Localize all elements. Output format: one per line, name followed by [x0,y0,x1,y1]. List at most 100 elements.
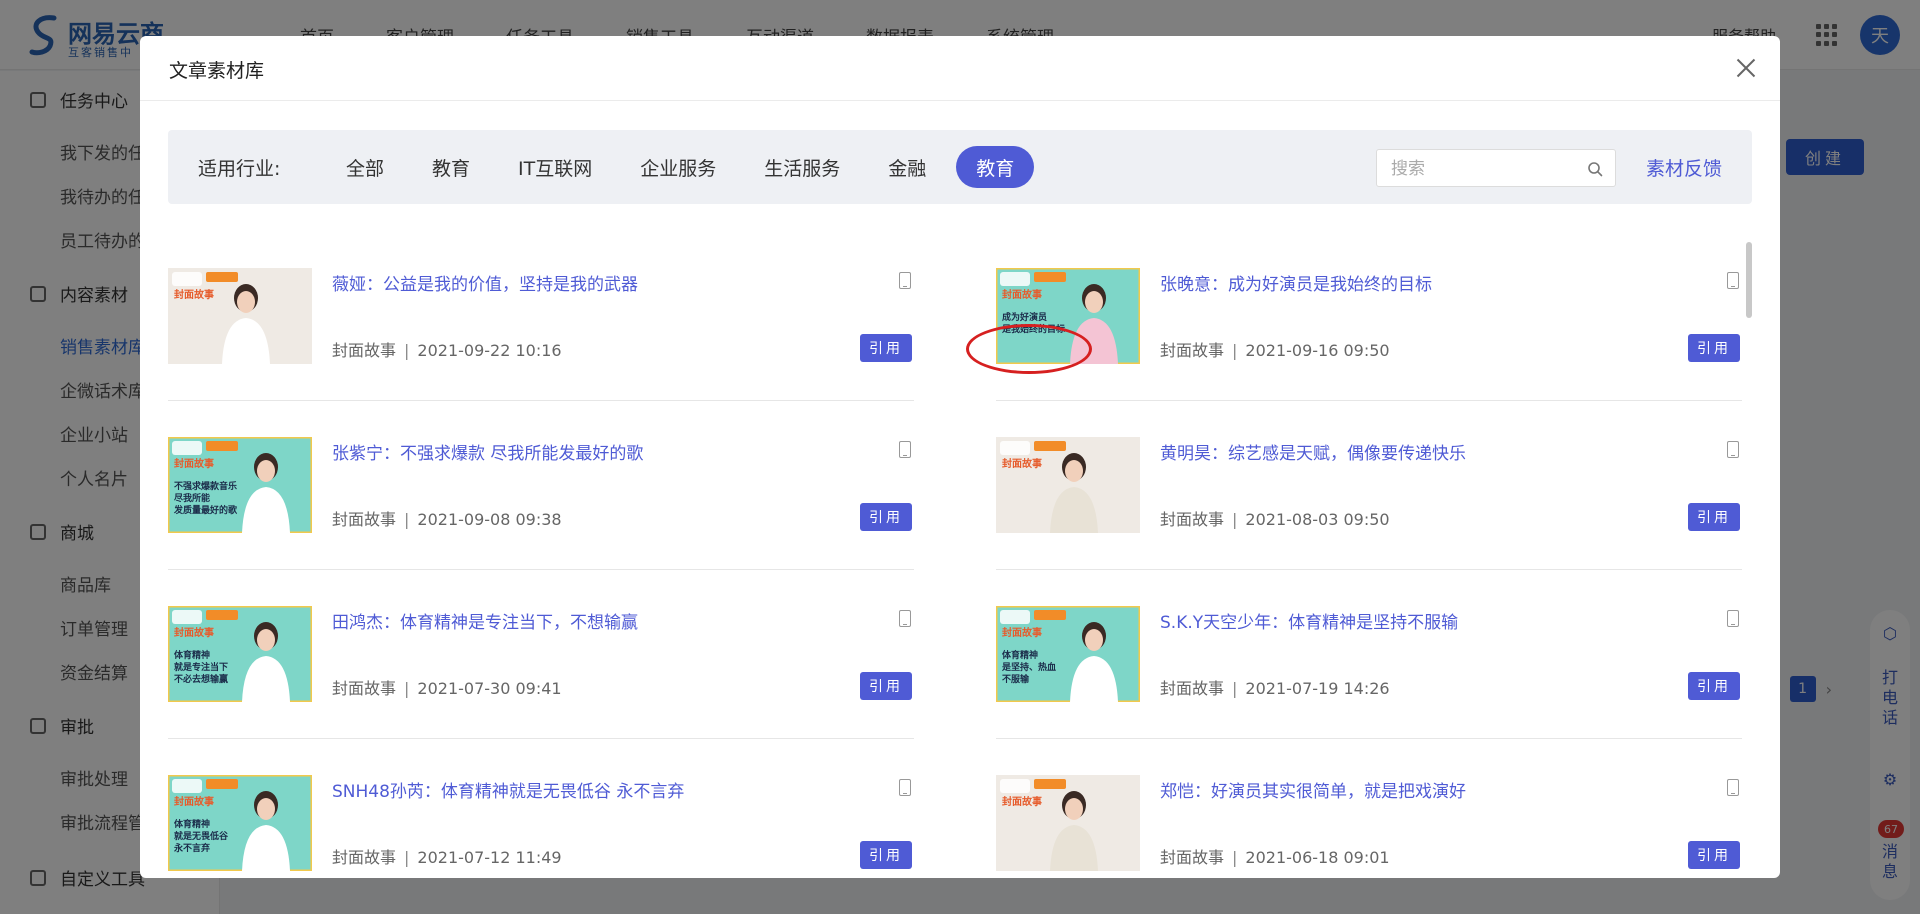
cite-button[interactable]: 引用 [1688,672,1740,700]
svg-text:尽我所能: 尽我所能 [174,492,210,504]
cite-button[interactable]: 引用 [860,334,912,362]
article-datetime: 2021-07-30 09:41 [417,679,562,698]
article-card[interactable]: 封面故事 体育精神 就是无畏低谷 永不言弃 SNH48孙芮：体育精神就是无畏低谷 永… [168,739,914,878]
article-card[interactable]: 封面故事 薇娅：公益是我的价值，坚持是我的武器 封面故事 | 2021-09-22 … [168,232,914,401]
industry-chip-it[interactable]: IT互联网 [500,146,610,188]
svg-text:是坚持、热血: 是坚持、热血 [1001,661,1056,673]
article-title[interactable]: S.K.Y天空少年：体育精神是坚持不服输 [1160,608,1458,633]
article-title[interactable]: 黄明昊：综艺感是天赋，偶像要传递快乐 [1160,439,1466,464]
article-datetime: 2021-07-12 11:49 [417,848,562,867]
search-box [1376,149,1616,187]
mobile-preview-icon[interactable] [1727,779,1739,796]
article-category: 封面故事 [332,679,397,698]
svg-text:不必去想输赢: 不必去想输赢 [174,673,228,685]
svg-text:不服输: 不服输 [1002,673,1030,685]
svg-text:体育精神: 体育精神 [174,649,210,661]
industry-chips: 全部 教育 IT互联网 企业服务 生活服务 金融 教育 [328,146,1046,188]
industry-chip-all[interactable]: 全部 [328,146,402,188]
article-meta: 封面故事 | 2021-09-08 09:38 [332,506,562,530]
mobile-preview-icon[interactable] [1727,610,1739,627]
svg-text:体育精神: 体育精神 [1002,649,1038,661]
article-category: 封面故事 [332,510,397,529]
svg-text:封面故事: 封面故事 [1002,626,1042,639]
article-library-modal: 文章素材库 适用行业: 全部 教育 IT互联网 企业服务 生活服务 金融 教育 … [140,36,1780,878]
close-icon[interactable] [1734,56,1758,80]
article-title[interactable]: 薇娅：公益是我的价值，坚持是我的武器 [332,270,638,295]
article-thumbnail[interactable]: 封面故事 体育精神 是坚持、热血 不服输 [996,606,1140,702]
article-card[interactable]: 封面故事 郑恺：好演员其实很简单，就是把戏演好 封面故事 | 2021-06-18 … [996,739,1742,878]
meta-separator: | [404,679,410,698]
meta-separator: | [404,341,410,360]
article-thumbnail[interactable]: 封面故事 体育精神 就是无畏低谷 永不言弃 [168,775,312,871]
svg-text:封面故事: 封面故事 [174,457,214,470]
article-card-list: 封面故事 薇娅：公益是我的价值，坚持是我的武器 封面故事 | 2021-09-22 … [168,232,1746,878]
article-meta: 封面故事 | 2021-09-16 09:50 [1160,337,1390,361]
mobile-preview-icon[interactable] [899,610,911,627]
modal-title: 文章素材库 [169,60,265,82]
material-feedback-link[interactable]: 素材反馈 [1646,154,1722,181]
meta-separator: | [404,848,410,867]
article-datetime: 2021-09-08 09:38 [417,510,562,529]
article-meta: 封面故事 | 2021-08-03 09:50 [1160,506,1390,530]
article-meta: 封面故事 | 2021-09-22 10:16 [332,337,562,361]
cite-button[interactable]: 引用 [1688,841,1740,869]
article-datetime: 2021-09-22 10:16 [417,341,562,360]
article-meta: 封面故事 | 2021-07-12 11:49 [332,844,562,868]
article-title[interactable]: 郑恺：好演员其实很简单，就是把戏演好 [1160,777,1466,802]
svg-text:体育精神: 体育精神 [174,818,210,830]
mobile-preview-icon[interactable] [1727,272,1739,289]
industry-chip-life[interactable]: 生活服务 [746,146,858,188]
cite-button[interactable]: 引用 [1688,334,1740,362]
scrollbar-thumb[interactable] [1746,242,1752,318]
article-category: 封面故事 [1160,510,1225,529]
mobile-preview-icon[interactable] [899,779,911,796]
cite-button[interactable]: 引用 [860,503,912,531]
svg-text:发质量最好的歌: 发质量最好的歌 [173,504,238,516]
cite-button[interactable]: 引用 [1688,503,1740,531]
article-thumbnail[interactable]: 封面故事 体育精神 就是专注当下 不必去想输赢 [168,606,312,702]
article-category: 封面故事 [1160,679,1225,698]
mobile-preview-icon[interactable] [899,441,911,458]
cite-button[interactable]: 引用 [860,841,912,869]
article-thumbnail[interactable]: 封面故事 [168,268,312,364]
article-thumbnail[interactable]: 封面故事 不强求爆款音乐 尽我所能 发质量最好的歌 [168,437,312,533]
svg-text:封面故事: 封面故事 [174,795,214,808]
article-title[interactable]: SNH48孙芮：体育精神就是无畏低谷 永不言弃 [332,777,684,802]
article-meta: 封面故事 | 2021-06-18 09:01 [1160,844,1390,868]
search-icon[interactable] [1587,161,1603,177]
industry-chip-enterprise[interactable]: 企业服务 [622,146,734,188]
svg-text:就是无畏低谷: 就是无畏低谷 [174,830,229,842]
article-category: 封面故事 [1160,848,1225,867]
meta-separator: | [1232,848,1238,867]
article-meta: 封面故事 | 2021-07-19 14:26 [1160,675,1390,699]
article-datetime: 2021-08-03 09:50 [1245,510,1390,529]
svg-text:不强求爆款音乐: 不强求爆款音乐 [174,480,237,492]
search-input[interactable] [1391,158,1581,180]
article-category: 封面故事 [332,341,397,360]
meta-separator: | [1232,679,1238,698]
article-thumbnail[interactable]: 封面故事 [996,775,1140,871]
article-card[interactable]: 封面故事 黄明昊：综艺感是天赋，偶像要传递快乐 封面故事 | 2021-08-03 … [996,401,1742,570]
article-card[interactable]: 封面故事 体育精神 就是专注当下 不必去想输赢 田鸿杰：体育精神是专注当下，不想输赢… [168,570,914,739]
article-title[interactable]: 张晚意：成为好演员是我始终的目标 [1160,270,1432,295]
article-card[interactable]: 封面故事 体育精神 是坚持、热血 不服输 S.K.Y天空少年：体育精神是坚持不服输 … [996,570,1742,739]
meta-separator: | [1232,341,1238,360]
industry-chip-education[interactable]: 教育 [414,146,488,188]
article-datetime: 2021-09-16 09:50 [1245,341,1390,360]
industry-chip-education-active[interactable]: 教育 [956,146,1035,188]
article-title[interactable]: 田鸿杰：体育精神是专注当下，不想输赢 [332,608,638,633]
article-card[interactable]: 封面故事 不强求爆款音乐 尽我所能 发质量最好的歌 张紫宁：不强求爆款 尽我所能发最… [168,401,914,570]
article-thumbnail[interactable]: 封面故事 [996,437,1140,533]
svg-text:封面故事: 封面故事 [174,288,214,301]
article-datetime: 2021-06-18 09:01 [1245,848,1390,867]
mobile-preview-icon[interactable] [1727,441,1739,458]
article-card[interactable]: 封面故事 成为好演员 是我始终的目标 张晚意：成为好演员是我始终的目标 封面故事 |… [996,232,1742,401]
cite-button[interactable]: 引用 [860,672,912,700]
industry-filter-bar: 适用行业: 全部 教育 IT互联网 企业服务 生活服务 金融 教育 素材反馈 [168,130,1752,204]
industry-chip-finance[interactable]: 金融 [870,146,944,188]
article-title[interactable]: 张紫宁：不强求爆款 尽我所能发最好的歌 [332,439,643,464]
svg-text:封面故事: 封面故事 [1002,795,1042,808]
mobile-preview-icon[interactable] [899,272,911,289]
industry-filter-label: 适用行业: [198,158,281,180]
article-category: 封面故事 [1160,341,1225,360]
